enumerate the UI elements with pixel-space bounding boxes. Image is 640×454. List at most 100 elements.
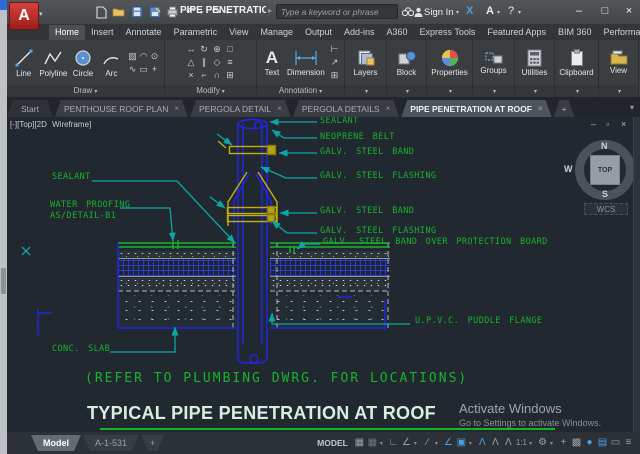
mirror-icon[interactable]: ∥	[202, 57, 207, 68]
file-tab-start[interactable]: Start	[7, 100, 53, 117]
drawing-canvas[interactable]: [-][Top][2D Wireframe] – ▫ × TOP N W E S…	[7, 117, 633, 432]
annotation-monitor-icon[interactable]: ∠	[443, 433, 454, 453]
clipboard-panel-label[interactable]: ▾	[555, 85, 598, 97]
groups-panel-label[interactable]: ▾	[473, 85, 514, 97]
ribbon-tab-a360[interactable]: A360	[381, 25, 414, 40]
isometric-drafting-icon[interactable]: ∕	[422, 433, 433, 453]
isolate-objects-icon[interactable]: ▩	[571, 433, 582, 453]
model-space-badge[interactable]: MODEL	[317, 438, 348, 448]
scale-caret-icon[interactable]: ▾	[529, 440, 535, 447]
block-panel-label[interactable]: ▾	[387, 85, 426, 97]
user-icon[interactable]	[413, 5, 423, 19]
plot-icon[interactable]	[164, 5, 181, 19]
clipboard-button[interactable]: Clipboard	[559, 49, 594, 77]
add-scales-icon[interactable]: Λ	[490, 433, 501, 453]
save-icon[interactable]	[128, 5, 145, 19]
polyline-button[interactable]: Polyline	[39, 48, 67, 78]
close-tab-icon[interactable]: ×	[174, 104, 179, 113]
sign-in-button[interactable]: Sign In	[424, 7, 454, 18]
viewport-restore-icon[interactable]: ▫	[606, 119, 609, 129]
new-layout-button[interactable]: +	[141, 435, 164, 451]
workspace-caret-icon[interactable]: ▾	[550, 440, 556, 447]
erase-icon[interactable]: □	[227, 44, 232, 55]
viewcube-west[interactable]: W	[564, 164, 573, 174]
canvas-scrollbar[interactable]	[633, 117, 640, 432]
application-menu-caret-icon[interactable]: ▾	[39, 10, 43, 18]
application-menu-button[interactable]: A	[9, 2, 39, 30]
ribbon-tab-parametric[interactable]: Parametric	[168, 25, 224, 40]
help-caret-icon[interactable]: ▾	[518, 9, 525, 16]
annotation-sync-icon[interactable]: Λ	[503, 433, 514, 453]
move-icon[interactable]: ↔	[187, 44, 196, 55]
file-tab-pergola-details[interactable]: PERGOLA DETAILS×	[293, 100, 399, 117]
a360-icon[interactable]: A	[486, 5, 494, 17]
snap-caret-icon[interactable]: ▾	[380, 440, 386, 447]
viewport-minimize-icon[interactable]: –	[591, 119, 596, 129]
offset-icon[interactable]: ⌐	[201, 70, 206, 81]
model-tab[interactable]: Model	[31, 435, 81, 451]
workspace-switching-icon[interactable]: ⚙	[537, 433, 548, 453]
ribbon-tab-bim360[interactable]: BIM 360	[552, 25, 598, 40]
file-tab-pergola-detail[interactable]: PERGOLA DETAIL×	[190, 100, 291, 117]
scale-icon[interactable]: ⊞	[226, 70, 234, 81]
spline-icon[interactable]: ∿	[129, 64, 137, 75]
layers-button[interactable]: Layers	[349, 49, 382, 77]
ribbon-tab-annotate[interactable]: Annotate	[120, 25, 168, 40]
ribbon-tab-performance[interactable]: Performance	[597, 25, 640, 40]
ribbon-tab-addins[interactable]: Add-ins	[338, 25, 381, 40]
viewcube-top-face[interactable]: TOP	[590, 155, 620, 185]
annotation-scale-button[interactable]: 1:1	[516, 433, 527, 453]
save-as-icon[interactable]	[146, 5, 163, 19]
close-tab-icon[interactable]: ×	[386, 104, 391, 113]
properties-panel-label[interactable]: ▾	[427, 85, 472, 97]
close-button[interactable]: ×	[618, 3, 640, 20]
a360-caret-icon[interactable]: ▾	[497, 9, 504, 16]
osnap-caret-icon[interactable]: ▾	[469, 440, 475, 447]
show-annotation-objects-icon[interactable]: Λ	[477, 433, 488, 453]
groups-button[interactable]: Groups	[477, 51, 510, 75]
grid-display-icon[interactable]: ▦	[354, 433, 365, 453]
leader-icon[interactable]: ↗	[331, 57, 339, 68]
close-tab-icon[interactable]: ×	[277, 104, 282, 113]
wcs-dropdown[interactable]: WCS	[584, 203, 628, 215]
rotate-icon[interactable]: ↻	[200, 44, 208, 55]
circle-button[interactable]: Circle	[70, 48, 95, 78]
sign-in-caret-icon[interactable]: ▾	[456, 9, 463, 16]
linear-dimension-icon[interactable]: ⊢	[331, 44, 339, 55]
annotation-panel-label[interactable]: Annotation▾	[257, 85, 344, 97]
open-icon[interactable]	[110, 5, 127, 19]
block-button[interactable]: Block	[391, 49, 422, 77]
utilities-panel-label[interactable]: ▾	[515, 85, 554, 97]
stretch-icon[interactable]: ×	[188, 70, 193, 81]
layout-tab-a-1-531[interactable]: A-1-531	[83, 435, 139, 451]
fillet-icon[interactable]: ◇	[214, 57, 221, 68]
array-icon[interactable]: ∩	[214, 70, 220, 81]
viewport-controls[interactable]: [-][Top][2D Wireframe]	[10, 120, 91, 129]
ribbon-tab-view[interactable]: View	[223, 25, 254, 40]
close-tab-icon[interactable]: ×	[538, 104, 543, 113]
minimize-button[interactable]: –	[568, 3, 590, 20]
new-drawing-tab-button[interactable]: +	[554, 100, 575, 117]
viewport-close-icon[interactable]: ×	[621, 119, 626, 129]
isodraft-caret-icon[interactable]: ▾	[435, 440, 441, 447]
customization-menu-icon[interactable]: ≡	[623, 433, 634, 453]
maximize-button[interactable]: □	[594, 3, 616, 20]
properties-button[interactable]: Properties	[431, 49, 468, 77]
ribbon-tab-output[interactable]: Output	[299, 25, 338, 40]
ellipse-icon[interactable]: ⊙	[151, 51, 159, 62]
text-button[interactable]: A Text	[261, 49, 283, 77]
rectangle-icon[interactable]: ▭	[139, 64, 148, 75]
table-icon[interactable]: ⊞	[331, 70, 339, 81]
file-tab-pipe-penetration-at-roof[interactable]: PIPE PENETRATION AT ROOF×	[401, 100, 551, 117]
exchange-apps-icon[interactable]: X	[466, 5, 473, 17]
layers-panel-label[interactable]: ▾	[345, 85, 386, 97]
ortho-mode-icon[interactable]: ∟	[388, 433, 399, 453]
search-input[interactable]	[276, 4, 398, 19]
ribbon-tab-insert[interactable]: Insert	[85, 25, 120, 40]
background-scrollbar-thumb[interactable]	[1, 268, 6, 294]
viewcube-north[interactable]: N	[601, 141, 608, 151]
utilities-button[interactable]: Utilities	[519, 49, 550, 77]
ribbon-tab-manage[interactable]: Manage	[254, 25, 299, 40]
draw-panel-label[interactable]: Draw▾	[7, 85, 164, 97]
ribbon-tab-home[interactable]: Home	[49, 25, 85, 40]
